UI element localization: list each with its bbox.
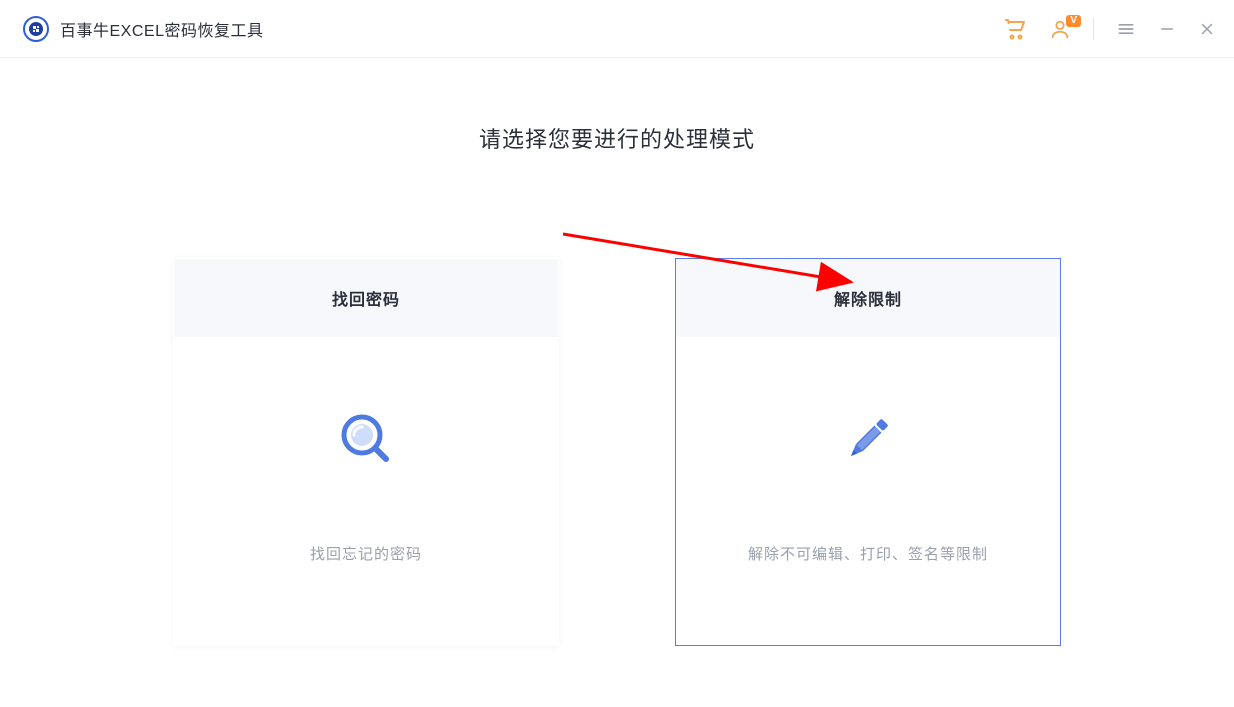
card-remove-restriction[interactable]: 解除限制 解除不可编辑、打印、签名等限制 — [675, 258, 1061, 646]
titlebar-left: 百事牛EXCEL密码恢复工具 — [22, 15, 263, 43]
app-logo-icon — [22, 15, 50, 43]
card-body: 解除不可编辑、打印、签名等限制 — [676, 337, 1060, 645]
app-title: 百事牛EXCEL密码恢复工具 — [60, 17, 263, 41]
titlebar-right: V — [1003, 17, 1216, 41]
hamburger-icon[interactable] — [1116, 19, 1136, 39]
page-heading: 请选择您要进行的处理模式 — [479, 122, 755, 154]
card-header: 找回密码 — [174, 259, 558, 337]
card-body: 找回忘记的密码 — [174, 337, 558, 645]
cart-icon[interactable] — [1003, 17, 1027, 41]
titlebar-divider — [1093, 18, 1094, 40]
mode-cards: 找回密码 找回忘记的密码 解除限制 — [173, 258, 1061, 646]
vip-badge: V — [1066, 15, 1081, 27]
card-header: 解除限制 — [676, 259, 1060, 337]
card-desc: 解除不可编辑、打印、签名等限制 — [748, 543, 988, 564]
search-icon — [334, 407, 398, 471]
main-content: 请选择您要进行的处理模式 找回密码 找回忘记的密码 解除限制 — [0, 58, 1234, 646]
titlebar: 百事牛EXCEL密码恢复工具 V — [0, 0, 1234, 58]
card-recover-password[interactable]: 找回密码 找回忘记的密码 — [173, 258, 559, 646]
close-icon[interactable] — [1198, 20, 1216, 38]
pencil-icon — [836, 407, 900, 471]
minimize-icon[interactable] — [1158, 20, 1176, 38]
account-icon[interactable]: V — [1049, 18, 1071, 40]
card-desc: 找回忘记的密码 — [310, 543, 422, 564]
